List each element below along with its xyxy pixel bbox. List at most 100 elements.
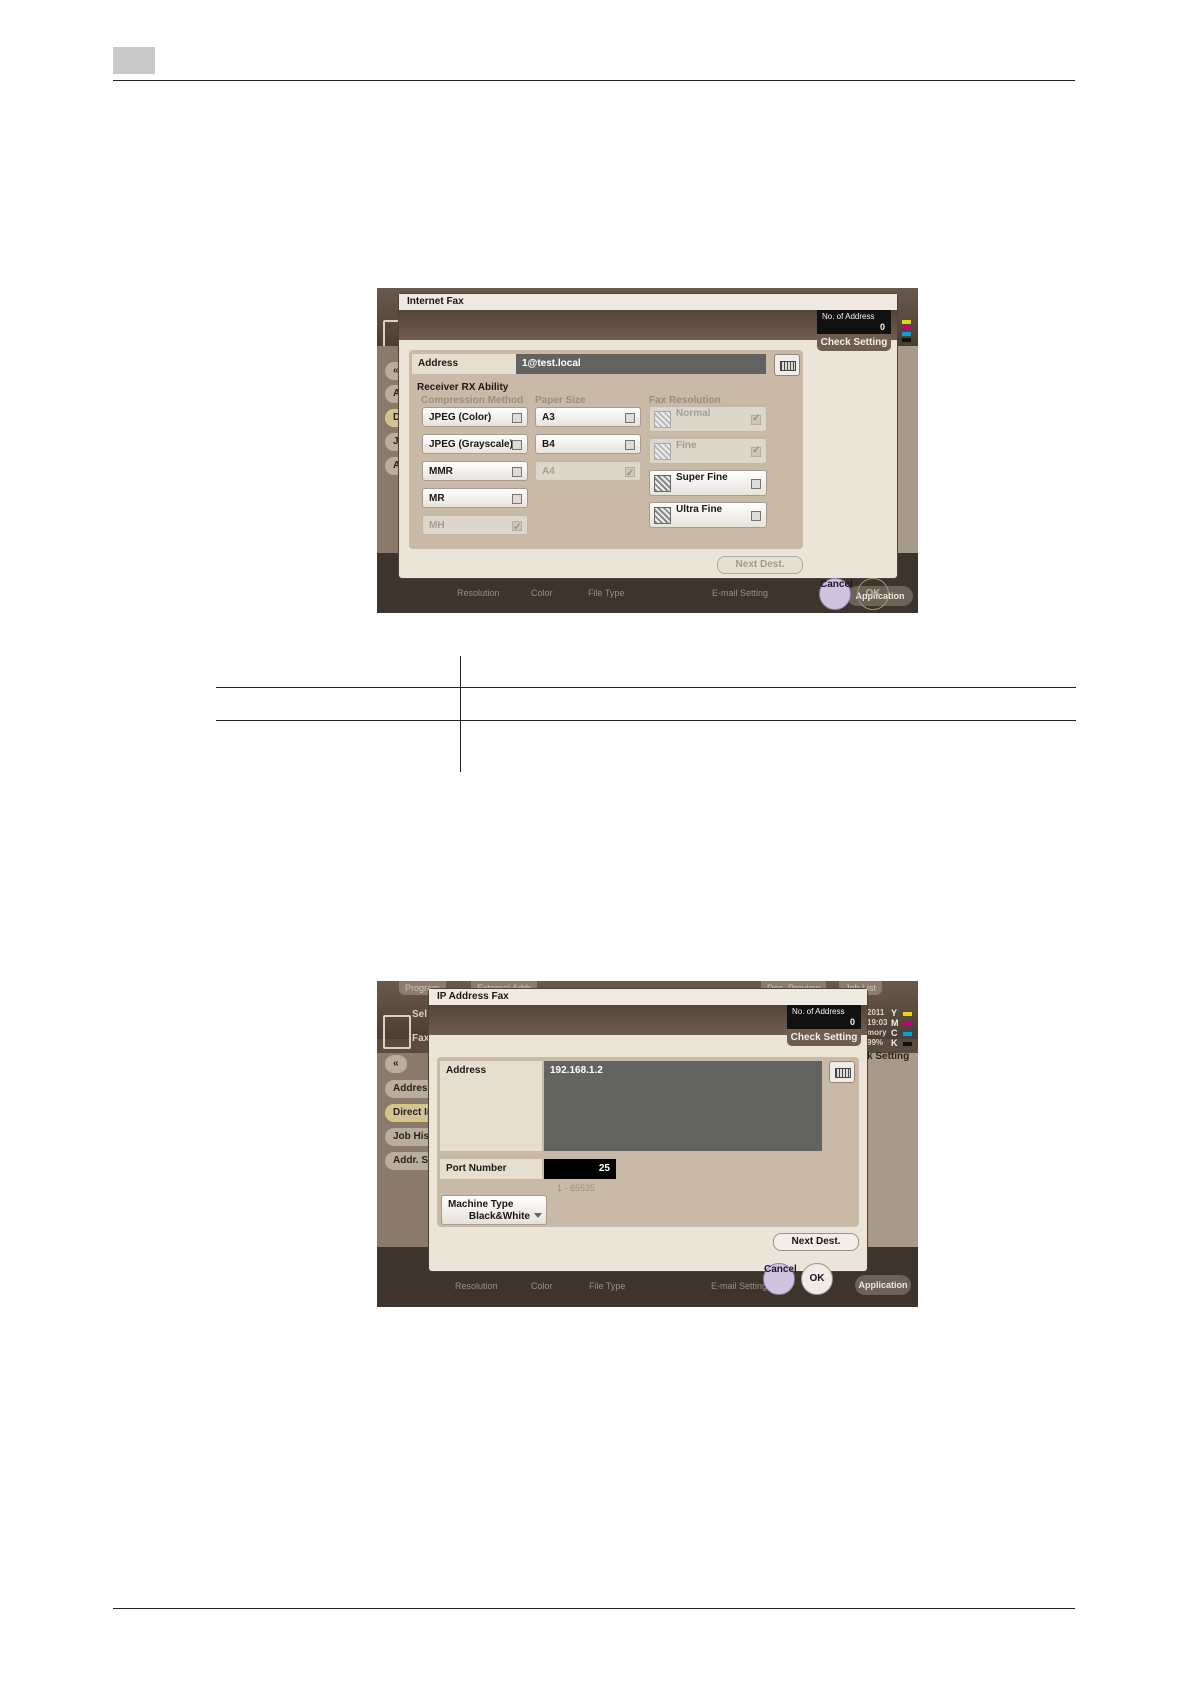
checkbox-icon: [512, 440, 522, 450]
background-right-panel: [865, 1053, 918, 1249]
checkmark-icon: [512, 518, 522, 538]
paper-size-label: Paper Size: [535, 395, 586, 406]
toner-yellow-bar: [903, 1012, 912, 1016]
footer-rule: [113, 1608, 1075, 1609]
paper-size-b4[interactable]: B4: [535, 434, 641, 454]
table-column-divider: [460, 656, 461, 772]
address-label: Address: [412, 354, 516, 374]
bg-label-email-setting: E-mail Setting: [711, 1281, 768, 1291]
resolution-fine-icon: [654, 443, 671, 460]
no-of-address-value: 0: [879, 322, 885, 332]
port-number-label: Port Number: [440, 1159, 542, 1179]
bg-label-email-setting: E-mail Setting: [712, 588, 769, 598]
keyboard-icon[interactable]: [829, 1061, 855, 1083]
resolution-fine: Fine: [649, 438, 767, 464]
check-setting-button[interactable]: Check Setting: [787, 1029, 861, 1046]
option-label: MH: [429, 520, 445, 531]
no-of-address-box: No. of Address 0: [817, 310, 891, 334]
next-dest-button: Next Dest.: [717, 556, 803, 574]
chevron-down-icon: [534, 1213, 542, 1218]
checkmark-icon: [751, 444, 761, 458]
address-label: Address: [440, 1061, 542, 1151]
address-field[interactable]: 1@test.local: [516, 354, 766, 374]
cancel-button[interactable]: Cancel: [763, 1263, 797, 1295]
machine-type-select[interactable]: Machine Type Black&White: [441, 1195, 547, 1225]
next-dest-button[interactable]: Next Dest.: [773, 1233, 859, 1251]
compression-jpeg-grayscale[interactable]: JPEG (Grayscale): [422, 434, 528, 454]
toner-black-bar: [903, 1042, 912, 1046]
bg-check-setting[interactable]: k Setting: [867, 1051, 909, 1062]
settings-panel: Address 192.168.1.2 Port Number 25 1 - 6…: [437, 1057, 859, 1227]
bg-label-color: Color: [531, 1281, 553, 1291]
option-label: JPEG (Grayscale): [429, 439, 513, 450]
checkbox-icon: [751, 511, 761, 521]
paper-size-a3[interactable]: A3: [535, 407, 641, 427]
checkbox-icon: [625, 413, 635, 423]
toner-label-k: K: [891, 1038, 898, 1048]
table-row-divider: [216, 687, 1076, 688]
checkbox-icon: [512, 413, 522, 423]
internet-fax-dialog: Internet Fax No. of Address 0 Check Sett…: [399, 294, 897, 578]
machine-type-label: Machine Type: [448, 1199, 514, 1210]
no-of-address-value: 0: [849, 1017, 855, 1027]
bg-status-memory: mory: [867, 1028, 887, 1037]
fax-mode-icon: [383, 1015, 411, 1049]
application-button[interactable]: Application: [855, 1275, 911, 1295]
option-label: B4: [542, 439, 555, 450]
machine-type-value: Black&White: [468, 1211, 530, 1222]
fax-resolution-label: Fax Resolution: [649, 395, 721, 406]
toner-magenta-bar: [903, 1022, 912, 1026]
receiver-rx-ability-label: Receiver RX Ability: [417, 382, 509, 393]
cancel-button[interactable]: Cancel: [819, 578, 853, 610]
header-tab-marker: [113, 47, 155, 74]
option-label: JPEG (Color): [429, 412, 492, 423]
option-label: A4: [542, 466, 555, 477]
option-label: Ultra Fine: [676, 504, 723, 515]
toner-label-m: M: [891, 1018, 899, 1028]
resolution-ultra-fine-icon: [654, 507, 671, 524]
resolution-super-fine[interactable]: Super Fine: [649, 470, 767, 496]
option-label: MR: [429, 493, 445, 504]
checkmark-icon: [751, 412, 761, 426]
toner-label-y: Y: [891, 1008, 898, 1018]
address-field[interactable]: 192.168.1.2: [544, 1061, 822, 1151]
ok-button[interactable]: OK: [857, 578, 889, 610]
port-number-field[interactable]: 25: [544, 1159, 616, 1179]
bg-label-file-type: File Type: [588, 588, 625, 598]
checkbox-icon: [512, 494, 522, 504]
resolution-ultra-fine[interactable]: Ultra Fine: [649, 502, 767, 528]
compression-mmr[interactable]: MMR: [422, 461, 528, 481]
header-rule: [113, 80, 1075, 81]
ok-button[interactable]: OK: [801, 1263, 833, 1295]
port-range-hint: 1 - 65535: [557, 1183, 596, 1193]
resolution-normal-icon: [654, 411, 671, 428]
check-setting-button[interactable]: Check Setting: [817, 334, 891, 351]
bg-label-resolution: Resolution: [457, 588, 500, 598]
paper-size-a4: A4: [535, 461, 641, 484]
no-of-address-label: No. of Address: [792, 1007, 845, 1016]
compression-method-label: Compression Method: [421, 395, 524, 406]
option-label: A3: [542, 412, 555, 423]
dialog-title: Internet Fax: [399, 294, 897, 310]
checkbox-icon: [625, 440, 635, 450]
compression-jpeg-color[interactable]: JPEG (Color): [422, 407, 528, 427]
bg-status-time: 19:03: [867, 1018, 888, 1027]
bg-label-color: Color: [531, 588, 553, 598]
checkbox-icon: [751, 479, 761, 489]
table-row-divider: [216, 720, 1076, 721]
compression-mh: MH: [422, 515, 528, 538]
dialog-title: IP Address Fax: [429, 989, 867, 1005]
resolution-super-fine-icon: [654, 475, 671, 492]
bg-label-file-type: File Type: [589, 1281, 626, 1291]
option-label: Fine: [676, 440, 697, 451]
checkmark-icon: [625, 464, 635, 484]
compression-mr[interactable]: MR: [422, 488, 528, 508]
checkbox-icon: [512, 467, 522, 477]
toner-magenta-bar: [902, 326, 911, 330]
option-label: MMR: [429, 466, 453, 477]
toner-cyan-bar: [903, 1032, 912, 1036]
toner-yellow-bar: [902, 320, 911, 324]
keyboard-icon[interactable]: [774, 354, 800, 376]
settings-panel: Address 1@test.local Receiver RX Ability…: [409, 350, 803, 549]
back-arrow-button[interactable]: «: [385, 1055, 407, 1073]
